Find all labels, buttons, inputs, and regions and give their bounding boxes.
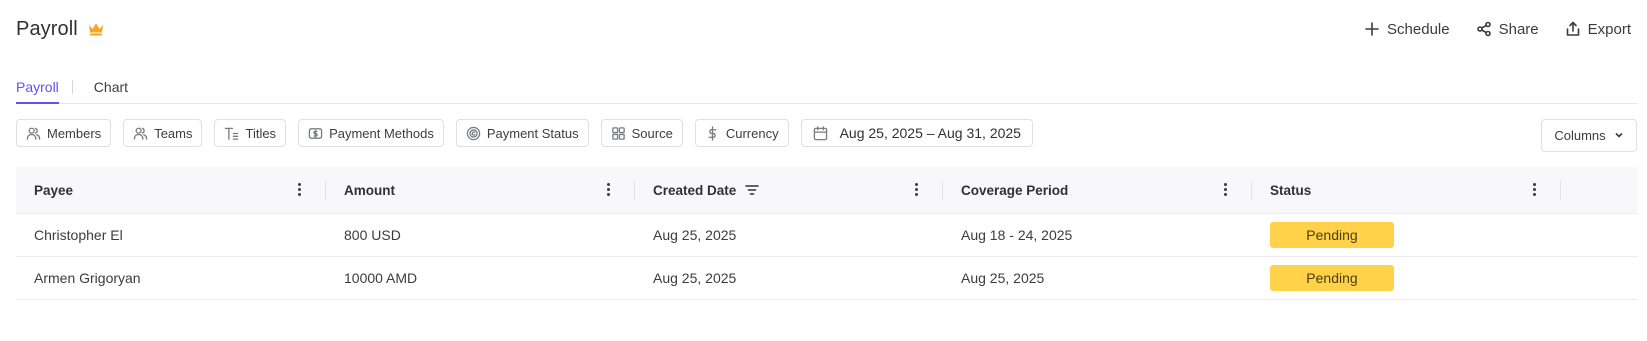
payment-methods-icon xyxy=(308,127,323,139)
column-menu-icon[interactable] xyxy=(607,183,611,197)
payment-methods-filter[interactable]: Payment Methods xyxy=(298,119,444,147)
column-menu-icon[interactable] xyxy=(1533,183,1537,197)
coverage-period-cell: Aug 25, 2025 xyxy=(961,270,1045,286)
calendar-icon xyxy=(813,125,827,140)
sort-icon[interactable] xyxy=(745,184,760,196)
column-menu-icon[interactable] xyxy=(1224,183,1228,197)
column-header-label: Status xyxy=(1270,182,1312,198)
column-header-label: Amount xyxy=(344,182,395,198)
export-label: Export xyxy=(1587,20,1631,38)
payment-status-icon xyxy=(466,126,481,140)
coverage-period-cell: Aug 18 - 24, 2025 xyxy=(961,227,1073,243)
column-header-label: Created Date xyxy=(653,182,737,198)
share-icon xyxy=(1476,21,1491,37)
currency-filter-label: Currency xyxy=(725,125,779,141)
tab-payroll[interactable]: Payroll xyxy=(16,70,59,104)
members-filter-label: Members xyxy=(47,125,102,141)
grid-icon xyxy=(611,126,625,140)
members-icon xyxy=(26,127,41,140)
column-header-amount[interactable]: Amount xyxy=(326,167,635,213)
amount-cell: 800 USD xyxy=(344,227,401,243)
payee-cell: Armen Grigoryan xyxy=(34,270,141,286)
status-badge: Pending xyxy=(1270,265,1394,291)
teams-icon xyxy=(133,127,148,140)
column-header-label: Coverage Period xyxy=(961,182,1069,198)
members-filter[interactable]: Members xyxy=(16,119,112,147)
share-label: Share xyxy=(1498,20,1539,38)
created-date-cell: Aug 25, 2025 xyxy=(653,270,737,286)
source-filter-label: Source xyxy=(631,125,673,141)
column-header-label: Payee xyxy=(34,182,74,198)
export-icon xyxy=(1566,21,1579,36)
status-cell: Pending xyxy=(1252,214,1561,256)
currency-filter[interactable]: Currency xyxy=(694,119,789,147)
column-header-coverage-period[interactable]: Coverage Period xyxy=(943,167,1252,213)
titles-filter[interactable]: Titles xyxy=(214,119,287,147)
status-badge: Pending xyxy=(1270,222,1394,248)
titles-filter-label: Titles xyxy=(245,125,277,141)
titles-icon xyxy=(225,127,239,140)
date-range-label: Aug 25, 2025 – Aug 31, 2025 xyxy=(839,125,1021,141)
page-title: Payroll xyxy=(16,17,78,40)
schedule-label: Schedule xyxy=(1387,20,1450,38)
column-divider[interactable] xyxy=(1560,181,1561,200)
payee-cell: Christopher El xyxy=(34,227,123,243)
table-row[interactable]: Armen Grigoryan 10000 AMD Aug 25, 2025 A… xyxy=(16,257,1638,300)
status-cell: Pending xyxy=(1252,257,1561,299)
column-header-payee[interactable]: Payee xyxy=(16,167,326,213)
teams-filter-label: Teams xyxy=(154,125,193,141)
amount-cell: 10000 AMD xyxy=(344,270,418,286)
payment-methods-filter-label: Payment Methods xyxy=(329,125,434,141)
table-row[interactable]: Christopher El 800 USD Aug 25, 2025 Aug … xyxy=(16,214,1638,257)
column-header-status[interactable]: Status xyxy=(1252,167,1561,213)
payment-status-filter[interactable]: Payment Status xyxy=(455,119,589,147)
table-header: Payee Amount Created Date Coverage Perio… xyxy=(16,167,1638,214)
share-button[interactable]: Share xyxy=(1476,21,1539,38)
export-button[interactable]: Export xyxy=(1565,21,1631,38)
teams-filter[interactable]: Teams xyxy=(123,119,203,147)
column-menu-icon[interactable] xyxy=(915,183,919,197)
dollar-icon xyxy=(708,125,717,141)
crown-icon xyxy=(88,22,104,36)
payment-status-filter-label: Payment Status xyxy=(486,125,579,141)
column-menu-icon[interactable] xyxy=(298,183,302,197)
date-range-picker[interactable]: Aug 25, 2025 – Aug 31, 2025 xyxy=(800,119,1033,147)
payroll-table: Payee Amount Created Date Coverage Perio… xyxy=(16,167,1638,300)
header-actions: Schedule Share Export xyxy=(1364,21,1631,38)
chevron-down-icon xyxy=(1615,132,1623,138)
tab-chart[interactable]: Chart xyxy=(94,70,128,104)
columns-button[interactable]: Columns xyxy=(1541,118,1637,152)
filter-bar: Members Teams Titles Payment Methods Pay… xyxy=(16,118,1637,152)
source-filter[interactable]: Source xyxy=(600,119,683,147)
column-header-created-date[interactable]: Created Date xyxy=(635,167,943,213)
page-header: Payroll Schedule Share Export xyxy=(16,14,1631,44)
created-date-cell: Aug 25, 2025 xyxy=(653,227,737,243)
schedule-button[interactable]: Schedule xyxy=(1364,21,1450,38)
tab-bar: Payroll Chart xyxy=(16,70,1637,104)
columns-label: Columns xyxy=(1554,127,1606,143)
tab-divider xyxy=(71,80,73,94)
plus-icon xyxy=(1365,22,1379,36)
